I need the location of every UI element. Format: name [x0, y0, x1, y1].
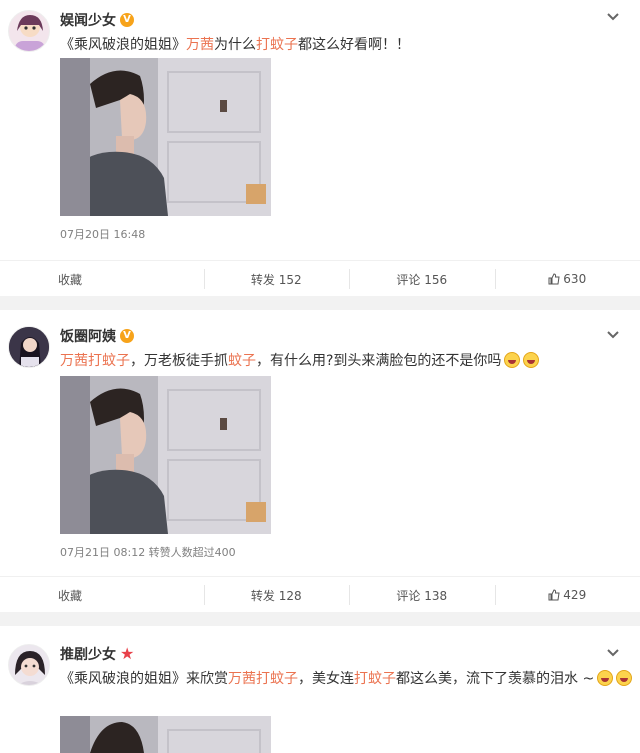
username[interactable]: 娱闻少女 V: [60, 10, 134, 30]
comment-button[interactable]: 评论 156: [349, 261, 495, 297]
chevron-down-icon[interactable]: [606, 12, 620, 22]
post-text: 万茜打蚊子，万老板徒手抓蚊子，有什么用?到头来满脸包的还不是你吗: [60, 350, 540, 370]
avatar[interactable]: [8, 10, 50, 52]
topic-link[interactable]: 打蚊子: [354, 671, 396, 687]
username-text[interactable]: 饭圈阿姨: [60, 326, 116, 346]
topic-link[interactable]: 万茜打蚊子: [228, 671, 298, 687]
star-badge-icon: ★: [120, 644, 135, 663]
chevron-down-icon[interactable]: [606, 330, 620, 340]
text-segment: 为什么: [214, 37, 256, 53]
post-timestamp[interactable]: 07月21日 08:12 转赞人数超过400: [60, 544, 236, 560]
post-timestamp[interactable]: 07月20日 16:48: [60, 226, 145, 242]
text-segment: 《乘风破浪的姐姐》: [60, 37, 186, 53]
thumb-up-icon: [548, 273, 560, 285]
post-card: 饭圈阿姨 V 万茜打蚊子，万老板徒手抓蚊子，有什么用?到头来满脸包的还不是你吗 …: [0, 310, 640, 612]
post-image[interactable]: [60, 58, 271, 216]
avatar[interactable]: [8, 644, 50, 686]
topic-link[interactable]: 蚊子: [228, 353, 256, 369]
avatar[interactable]: [8, 326, 50, 368]
collect-button[interactable]: 收藏: [0, 261, 204, 297]
text-segment: 都这么美，流下了羡慕的泪水 ~: [396, 671, 595, 687]
like-button[interactable]: 429: [494, 577, 640, 613]
like-count: 630: [563, 272, 587, 286]
like-button[interactable]: 630: [494, 261, 640, 297]
text-segment: ，美女连: [298, 671, 354, 687]
grin-emoji-icon: [523, 352, 540, 368]
text-segment: ，万老板徒手抓: [130, 353, 228, 369]
topic-link[interactable]: 万茜: [186, 37, 214, 53]
username-text[interactable]: 娱闻少女: [60, 10, 116, 30]
shocked-emoji-icon: [616, 670, 633, 686]
chevron-down-icon[interactable]: [606, 648, 620, 658]
post-image[interactable]: [60, 376, 271, 534]
username-text[interactable]: 推剧少女: [60, 644, 116, 664]
action-bar: 收藏 转发 128 评论 138 429: [0, 576, 640, 613]
action-bar: 收藏 转发 152 评论 156 630: [0, 260, 640, 297]
repost-button[interactable]: 转发 128: [203, 577, 350, 613]
username[interactable]: 推剧少女 ★: [60, 644, 134, 664]
post-text: 《乘风破浪的姐姐》万茜为什么打蚊子都这么好看啊！！: [60, 34, 410, 54]
like-count: 429: [563, 588, 587, 602]
cry-emoji-icon: [597, 670, 614, 686]
text-segment: 都这么好看啊！！: [298, 37, 410, 53]
repost-button[interactable]: 转发 152: [203, 261, 350, 297]
verified-badge-icon: V: [120, 329, 134, 343]
username[interactable]: 饭圈阿姨 V: [60, 326, 134, 346]
collect-button[interactable]: 收藏: [0, 577, 204, 613]
post-image[interactable]: [60, 716, 271, 753]
post-card: 推剧少女 ★ 《乘风破浪的姐姐》来欣赏万茜打蚊子，美女连打蚊子都这么美，流下了羡…: [0, 626, 640, 753]
verified-badge-icon: V: [120, 13, 134, 27]
topic-link[interactable]: 打蚊子: [256, 37, 298, 53]
post-card: 娱闻少女 V 《乘风破浪的姐姐》万茜为什么打蚊子都这么好看啊！！ 07月20日 …: [0, 0, 640, 296]
grin-emoji-icon: [504, 352, 521, 368]
text-segment: ，有什么用?到头来满脸包的还不是你吗: [256, 353, 502, 369]
text-segment: 《乘风破浪的姐姐》来欣赏: [60, 671, 228, 687]
comment-button[interactable]: 评论 138: [349, 577, 495, 613]
thumb-up-icon: [548, 589, 560, 601]
topic-link[interactable]: 万茜打蚊子: [60, 353, 130, 369]
post-text: 《乘风破浪的姐姐》来欣赏万茜打蚊子，美女连打蚊子都这么美，流下了羡慕的泪水 ~: [60, 668, 633, 688]
